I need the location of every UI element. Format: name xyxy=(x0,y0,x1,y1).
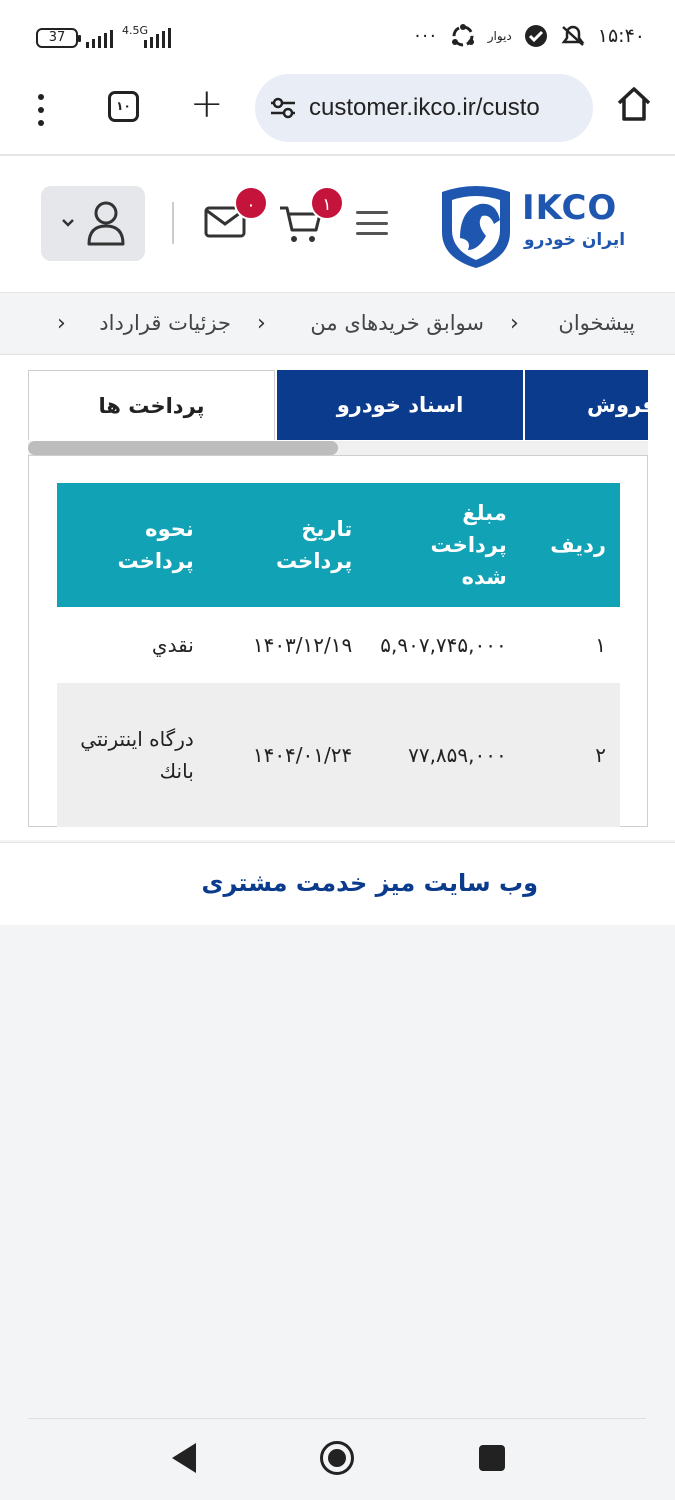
table-row: ۱ ۵,۹۰۷,۷۴۵,۰۰۰ ۱۴۰۳/۱۲/۱۹ نقدي xyxy=(57,607,620,683)
tab-payments[interactable]: پرداخت ها xyxy=(28,370,275,440)
home-icon[interactable] xyxy=(615,86,653,122)
status-bar: 37 4.5G ··· دیوار ۱۵:۴۰ xyxy=(0,0,675,72)
header-method: نحوه پرداخت xyxy=(57,483,208,607)
site-footer: وب سایت میز خدمت مشتری xyxy=(0,842,675,925)
ikco-logo[interactable]: IKCO ایران خودرو xyxy=(438,180,634,270)
address-bar[interactable]: customer.ikco.ir/custo xyxy=(255,74,593,142)
chevron-right-icon: › xyxy=(57,311,66,336)
url-text: customer.ikco.ir/custo xyxy=(309,94,540,121)
signal-icon-2 xyxy=(144,28,171,48)
nav-divider xyxy=(28,1418,646,1419)
battery-icon: 37 xyxy=(36,28,81,48)
breadcrumb-dashboard[interactable]: پیشخوان xyxy=(558,311,635,335)
contract-details-card: پرداخت ها اسناد خودرو فروش ردیف مبلغ پرد… xyxy=(0,355,675,840)
chevron-right-icon: › xyxy=(510,311,519,336)
cell-date: ۱۴۰۳/۱۲/۱۹ xyxy=(207,607,367,683)
mute-icon xyxy=(561,25,585,46)
sync-icon xyxy=(451,24,474,47)
table-header-row: ردیف مبلغ پرداخت شده تاریخ پرداخت نحوه پ… xyxy=(57,483,620,607)
cell-method: نقدي xyxy=(57,607,208,683)
logo-text: IKCO xyxy=(522,188,618,228)
logo-subtext: ایران خودرو xyxy=(524,230,626,250)
table-row: ۲ ۷۷,۸۵۹,۰۰۰ ۱۴۰۴/۰۱/۲۴ درگاه اینترنتي ب… xyxy=(57,683,620,827)
header-divider xyxy=(172,202,174,244)
tab-switcher-button[interactable]: ۱۰ xyxy=(108,91,139,122)
tab-sales[interactable]: فروش xyxy=(523,370,648,440)
user-menu-button[interactable] xyxy=(41,186,145,261)
breadcrumb: پیشخوان › سوابق خریدهای من › جزئیات قرار… xyxy=(0,293,675,355)
header-index: ردیف xyxy=(520,483,620,607)
hamburger-menu-icon[interactable] xyxy=(356,211,388,235)
tab-car-documents[interactable]: اسناد خودرو xyxy=(275,370,523,440)
cart-badge: ۱ xyxy=(310,186,344,220)
cell-method: درگاه اینترنتي بانك xyxy=(57,683,208,827)
breadcrumb-contract-details[interactable]: جزئیات قرارداد xyxy=(99,311,231,335)
more-notifications-icon: ··· xyxy=(414,25,438,47)
site-header: ۰ ۱ IKCO ایران خودرو xyxy=(0,156,675,293)
chevron-down-icon xyxy=(62,219,74,227)
shield-check-icon xyxy=(524,25,547,47)
signal-icon xyxy=(86,28,113,48)
cell-index: ۲ xyxy=(520,683,620,827)
cell-amount: ۵,۹۰۷,۷۴۵,۰۰۰ xyxy=(366,607,521,683)
tabs-scrollbar-thumb[interactable] xyxy=(28,441,338,455)
new-tab-button[interactable]: + xyxy=(190,84,224,124)
mail-badge: ۰ xyxy=(234,186,268,220)
recent-apps-icon[interactable] xyxy=(479,1445,505,1471)
user-icon xyxy=(87,201,125,246)
browser-menu-icon[interactable] xyxy=(30,90,52,130)
cell-amount: ۷۷,۸۵۹,۰۰۰ xyxy=(366,683,521,827)
app-notification-label: دیوار xyxy=(487,29,512,43)
cell-date: ۱۴۰۴/۰۱/۲۴ xyxy=(207,683,367,827)
back-icon[interactable] xyxy=(170,1441,198,1475)
payments-panel: ردیف مبلغ پرداخت شده تاریخ پرداخت نحوه پ… xyxy=(28,455,648,827)
tabs-scrollbar[interactable] xyxy=(28,441,648,455)
header-amount: مبلغ پرداخت شده xyxy=(366,483,521,607)
payments-table: ردیف مبلغ پرداخت شده تاریخ پرداخت نحوه پ… xyxy=(57,483,620,827)
home-nav-icon[interactable] xyxy=(319,1440,355,1476)
cell-index: ۱ xyxy=(520,607,620,683)
site-settings-icon[interactable] xyxy=(269,97,297,119)
browser-toolbar: ۱۰ + customer.ikco.ir/custo xyxy=(0,72,675,156)
breadcrumb-purchase-history[interactable]: سوابق خریدهای من xyxy=(310,311,484,335)
footer-title[interactable]: وب سایت میز خدمت مشتری xyxy=(201,869,538,897)
header-date: تاریخ پرداخت xyxy=(207,483,367,607)
chevron-right-icon: › xyxy=(257,311,266,336)
clock: ۱۵:۴۰ xyxy=(597,25,645,47)
tab-bar: پرداخت ها اسناد خودرو فروش xyxy=(28,370,648,440)
